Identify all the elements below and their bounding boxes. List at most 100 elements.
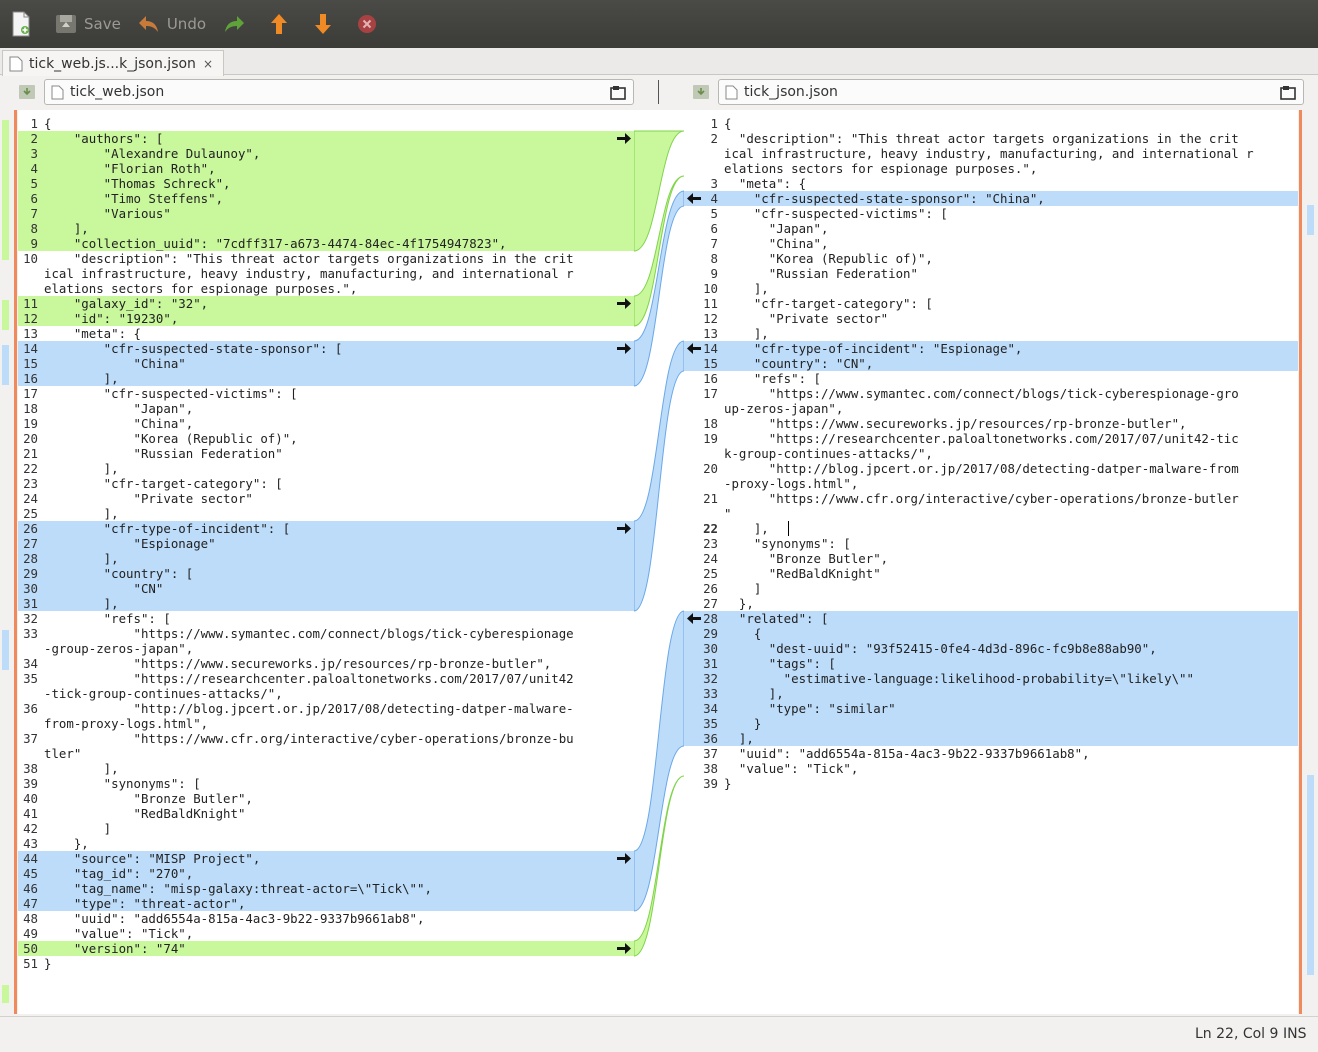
push-left-arrow-icon[interactable] xyxy=(686,341,702,356)
code-line[interactable]: 18 "Japan", xyxy=(18,401,634,416)
code-line[interactable]: 10 "description": "This threat actor tar… xyxy=(18,251,634,266)
code-line[interactable]: 2 "authors": [ xyxy=(18,131,634,146)
code-line[interactable]: 1{ xyxy=(18,116,634,131)
code-line[interactable]: 32 "estimative-language:likelihood-proba… xyxy=(684,671,1298,686)
code-line[interactable]: 35 "https://researchcenter.paloaltonetwo… xyxy=(18,671,634,686)
push-left-arrow-icon[interactable] xyxy=(686,611,702,626)
code-line[interactable]: 41 "RedBaldKnight" xyxy=(18,806,634,821)
push-right-arrow-icon[interactable] xyxy=(616,131,632,146)
code-line[interactable]: 36 "http://blog.jpcert.or.jp/2017/08/det… xyxy=(18,701,634,716)
code-line[interactable]: 26 ] xyxy=(684,581,1298,596)
code-line[interactable]: 22 ], xyxy=(684,521,1298,536)
code-line[interactable]: 2 "description": "This threat actor targ… xyxy=(684,131,1298,146)
code-line[interactable]: 24 "Bronze Butler", xyxy=(684,551,1298,566)
save-button[interactable]: Save xyxy=(54,6,121,42)
code-line[interactable]: 26 "cfr-type-of-incident": [ xyxy=(18,521,634,536)
code-line[interactable]: 4 "Florian Roth", xyxy=(18,161,634,176)
code-line[interactable]: 14 "cfr-suspected-state-sponsor": [ xyxy=(18,341,634,356)
push-right-arrow-icon[interactable] xyxy=(616,941,632,956)
undo-button[interactable]: Undo xyxy=(137,6,206,42)
right-save-file-button[interactable] xyxy=(690,81,712,103)
right-file-chooser[interactable]: tick_json.json xyxy=(718,79,1304,105)
code-line[interactable]: 12 "Private sector" xyxy=(684,311,1298,326)
code-line[interactable]: " xyxy=(684,506,1298,521)
code-line[interactable]: 33 ], xyxy=(684,686,1298,701)
code-line[interactable]: 13 ], xyxy=(684,326,1298,341)
code-line[interactable]: ical infrastructure, heavy industry, man… xyxy=(18,266,634,281)
code-line[interactable]: 31 "tags": [ xyxy=(684,656,1298,671)
code-line[interactable]: 27 }, xyxy=(684,596,1298,611)
code-line[interactable]: 37 "uuid": "add6554a-815a-4ac3-9b22-9337… xyxy=(684,746,1298,761)
code-line[interactable]: from-proxy-logs.html", xyxy=(18,716,634,731)
code-line[interactable]: 30 "CN" xyxy=(18,581,634,596)
left-overview-map[interactable] xyxy=(0,110,18,1014)
redo-button[interactable] xyxy=(222,6,252,42)
code-line[interactable]: 34 "https://www.secureworks.jp/resources… xyxy=(18,656,634,671)
push-left-arrow-icon[interactable] xyxy=(686,191,702,206)
tab-close-button[interactable]: × xyxy=(203,57,213,71)
left-save-file-button[interactable] xyxy=(16,81,38,103)
code-line[interactable]: elations sectors for espionage purposes.… xyxy=(684,161,1298,176)
code-line[interactable]: 20 "Korea (Republic of)", xyxy=(18,431,634,446)
code-line[interactable]: 39} xyxy=(684,776,1298,791)
code-line[interactable]: 32 "refs": [ xyxy=(18,611,634,626)
code-line[interactable]: 9 "Russian Federation" xyxy=(684,266,1298,281)
code-line[interactable]: 27 "Espionage" xyxy=(18,536,634,551)
code-line[interactable]: 16 "refs": [ xyxy=(684,371,1298,386)
code-line[interactable]: 45 "tag_id": "270", xyxy=(18,866,634,881)
code-line[interactable]: 23 "synonyms": [ xyxy=(684,536,1298,551)
push-right-arrow-icon[interactable] xyxy=(616,521,632,536)
open-folder-icon[interactable] xyxy=(1279,84,1297,102)
code-line[interactable]: 31 ], xyxy=(18,596,634,611)
code-line[interactable]: 48 "uuid": "add6554a-815a-4ac3-9b22-9337… xyxy=(18,911,634,926)
push-right-arrow-icon[interactable] xyxy=(616,851,632,866)
code-line[interactable]: 13 "meta": { xyxy=(18,326,634,341)
code-line[interactable]: 39 "synonyms": [ xyxy=(18,776,634,791)
code-line[interactable]: 1{ xyxy=(684,116,1298,131)
code-line[interactable]: 5 "Thomas Schreck", xyxy=(18,176,634,191)
code-line[interactable]: 30 "dest-uuid": "93f52415-0fe4-4d3d-896c… xyxy=(684,641,1298,656)
code-line[interactable]: 50 "version": "74" xyxy=(18,941,634,956)
code-line[interactable]: 43 }, xyxy=(18,836,634,851)
code-line[interactable]: 38 "value": "Tick", xyxy=(684,761,1298,776)
code-line[interactable]: 22 ], xyxy=(18,461,634,476)
code-line[interactable]: 35 } xyxy=(684,716,1298,731)
code-line[interactable]: 25 "RedBaldKnight" xyxy=(684,566,1298,581)
push-right-arrow-icon[interactable] xyxy=(616,296,632,311)
new-button[interactable] xyxy=(10,6,38,42)
code-line[interactable]: 17 "cfr-suspected-victims": [ xyxy=(18,386,634,401)
code-line[interactable]: 8 ], xyxy=(18,221,634,236)
comparison-tab[interactable]: tick_web.js...k_json.json × xyxy=(2,50,224,76)
code-line[interactable]: 7 "China", xyxy=(684,236,1298,251)
code-line[interactable]: 46 "tag_name": "misp-galaxy:threat-actor… xyxy=(18,881,634,896)
code-line[interactable]: 33 "https://www.symantec.com/connect/blo… xyxy=(18,626,634,641)
stop-button[interactable] xyxy=(356,6,384,42)
code-line[interactable]: up-zeros-japan", xyxy=(684,401,1298,416)
code-line[interactable]: 25 ], xyxy=(18,506,634,521)
code-line[interactable]: 18 "https://www.secureworks.jp/resources… xyxy=(684,416,1298,431)
code-line[interactable]: -tick-group-continues-attacks/", xyxy=(18,686,634,701)
push-right-arrow-icon[interactable] xyxy=(616,341,632,356)
code-line[interactable]: 37 "https://www.cfr.org/interactive/cybe… xyxy=(18,731,634,746)
code-line[interactable]: elations sectors for espionage purposes.… xyxy=(18,281,634,296)
code-line[interactable]: 23 "cfr-target-category": [ xyxy=(18,476,634,491)
code-line[interactable]: 15 "country": "CN", xyxy=(684,356,1298,371)
code-line[interactable]: 21 "Russian Federation" xyxy=(18,446,634,461)
code-line[interactable]: tler" xyxy=(18,746,634,761)
code-line[interactable]: 10 ], xyxy=(684,281,1298,296)
diff-link-map[interactable] xyxy=(633,110,685,1014)
code-line[interactable]: 3 "Alexandre Dulaunoy", xyxy=(18,146,634,161)
previous-change-button[interactable] xyxy=(268,6,296,42)
code-line[interactable]: 42 ] xyxy=(18,821,634,836)
code-line[interactable]: 8 "Korea (Republic of)", xyxy=(684,251,1298,266)
code-line[interactable]: k-group-continues-attacks/", xyxy=(684,446,1298,461)
code-line[interactable]: 19 "https://researchcenter.paloaltonetwo… xyxy=(684,431,1298,446)
code-line[interactable]: 34 "type": "similar" xyxy=(684,701,1298,716)
right-overview-map[interactable] xyxy=(1298,110,1318,1014)
code-line[interactable]: 28 "related": [ xyxy=(684,611,1298,626)
left-file-chooser[interactable]: tick_web.json xyxy=(44,79,634,105)
open-folder-icon[interactable] xyxy=(609,84,627,102)
code-line[interactable]: 11 "galaxy_id": "32", xyxy=(18,296,634,311)
code-line[interactable]: -proxy-logs.html", xyxy=(684,476,1298,491)
code-line[interactable]: 36 ], xyxy=(684,731,1298,746)
